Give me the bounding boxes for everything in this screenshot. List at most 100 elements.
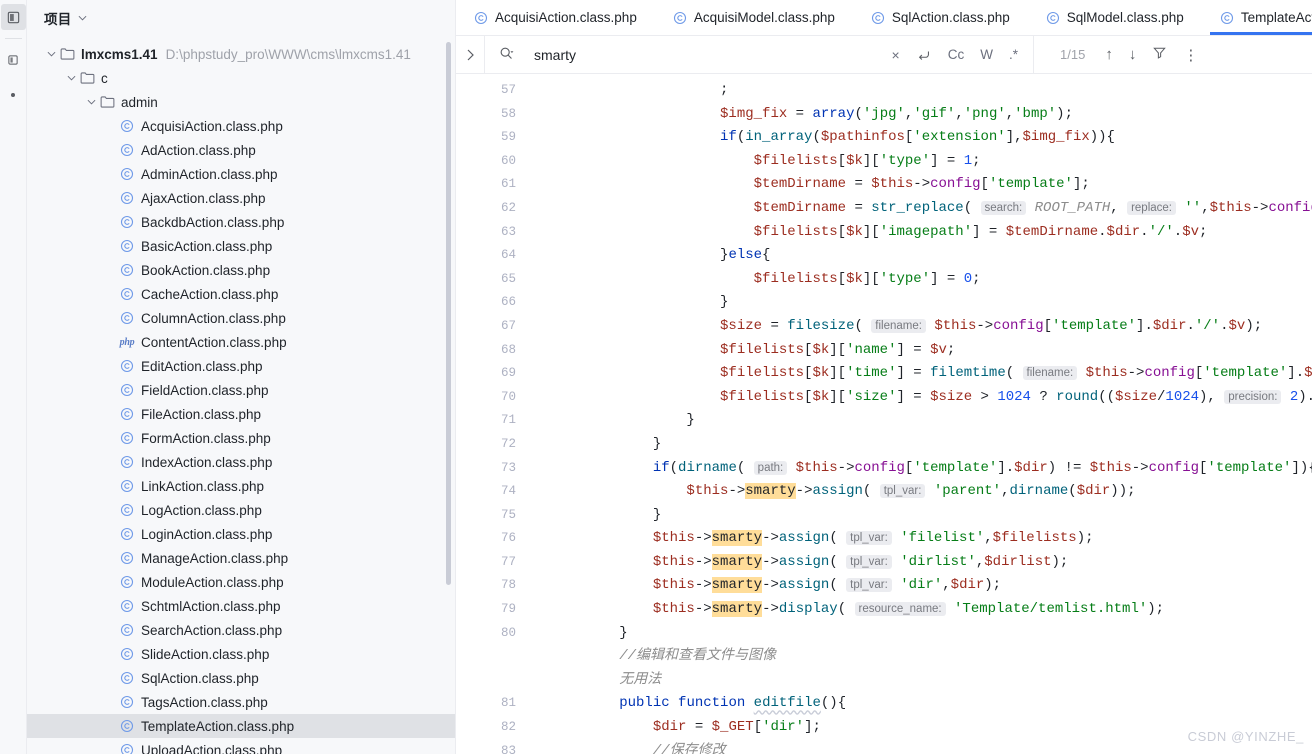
- tree-item-loginaction-class-php[interactable]: LoginAction.class.php: [27, 522, 455, 546]
- php-class-icon: [118, 239, 136, 253]
- tree-expand-arrow-icon[interactable]: [85, 99, 98, 105]
- tree-item-c[interactable]: c: [27, 66, 455, 90]
- tree-item-label: TagsAction.class.php: [141, 694, 268, 710]
- line-number: 57: [500, 83, 516, 97]
- rail-more-dot-icon[interactable]: [11, 93, 15, 97]
- code-viewport[interactable]: 57 58 59 60 61 62 63 64 65 66 67 68 69 70 71 72 73 74 75 76…: [456, 74, 1312, 754]
- editor-tab-templateaction-class-php[interactable]: TemplateAction.class.php: [1202, 0, 1312, 35]
- php-class-icon: [120, 407, 134, 421]
- tree-item-ajaxaction-class-php[interactable]: AjaxAction.class.php: [27, 186, 455, 210]
- tree-item-logaction-class-php[interactable]: LogAction.class.php: [27, 498, 455, 522]
- tree-item-label: AdminAction.class.php: [141, 166, 278, 182]
- tree-item-tagsaction-class-php[interactable]: TagsAction.class.php: [27, 690, 455, 714]
- php-class-icon: [1046, 11, 1060, 25]
- editor-tab-acquisimodel-class-php[interactable]: AcquisiModel.class.php: [655, 0, 853, 35]
- tree-item-lmxcms1-41[interactable]: lmxcms1.41 D:\phpstudy_pro\WWW\cms\lmxcms…: [27, 42, 455, 66]
- line-number: 64: [500, 248, 516, 263]
- tree-item-bookaction-class-php[interactable]: BookAction.class.php: [27, 258, 455, 282]
- php-class-icon: [118, 623, 136, 637]
- php-class-icon: [118, 575, 136, 589]
- line-number: 59: [500, 130, 516, 145]
- tree-item-label: AjaxAction.class.php: [141, 190, 266, 206]
- project-panel-title: 项目: [44, 12, 72, 27]
- code-line: $temDirname = str_replace( search: ROOT_…: [753, 199, 1312, 216]
- rail-project-button[interactable]: [0, 4, 26, 30]
- tree-item-admin[interactable]: admin: [27, 90, 455, 114]
- line-number: 79: [500, 602, 516, 617]
- tree-item-sqlaction-class-php[interactable]: SqlAction.class.php: [27, 666, 455, 690]
- tree-item-editaction-class-php[interactable]: EditAction.class.php: [27, 354, 455, 378]
- tree-expand-arrow-icon[interactable]: [65, 75, 78, 81]
- tree-item-uploadaction-class-php[interactable]: UploadAction.class.php: [27, 738, 455, 754]
- filter-icon[interactable]: [1144, 45, 1175, 64]
- fold-gutter[interactable]: [526, 74, 552, 754]
- code-line: $img_fix = array('jpg','gif','png','bmp'…: [720, 105, 1073, 122]
- tree-item-basicaction-class-php[interactable]: BasicAction.class.php: [27, 234, 455, 258]
- tree-item-backdbaction-class-php[interactable]: BackdbAction.class.php: [27, 210, 455, 234]
- find-previous-button[interactable]: ↑: [1097, 46, 1121, 63]
- tree-item-columnaction-class-php[interactable]: ColumnAction.class.php: [27, 306, 455, 330]
- code-line: $size = filesize( filename: $this->confi…: [720, 317, 1263, 334]
- php-class-icon: [871, 11, 884, 24]
- search-input[interactable]: [520, 46, 881, 63]
- php-class-icon: [118, 647, 136, 661]
- line-number: 60: [500, 153, 516, 168]
- tree-item-contentaction-class-php[interactable]: php ContentAction.class.php: [27, 330, 455, 354]
- find-field[interactable]: × Cc W .*: [484, 35, 1034, 74]
- tree-item-fileaction-class-php[interactable]: FileAction.class.php: [27, 402, 455, 426]
- tree-item-templateaction-class-php[interactable]: TemplateAction.class.php: [27, 714, 455, 738]
- rail-structure-button[interactable]: [1, 47, 26, 73]
- chevron-down-icon[interactable]: [78, 14, 87, 23]
- tree-item-moduleaction-class-php[interactable]: ModuleAction.class.php: [27, 570, 455, 594]
- tree-item-fieldaction-class-php[interactable]: FieldAction.class.php: [27, 378, 455, 402]
- whole-words-button[interactable]: W: [975, 47, 998, 62]
- tree-item-manageaction-class-php[interactable]: ManageAction.class.php: [27, 546, 455, 570]
- tree-item-searchaction-class-php[interactable]: SearchAction.class.php: [27, 618, 455, 642]
- code-line: }: [552, 506, 662, 523]
- preserve-case-icon[interactable]: [911, 48, 937, 62]
- tree-item-slideaction-class-php[interactable]: SlideAction.class.php: [27, 642, 455, 666]
- tree-item-cacheaction-class-php[interactable]: CacheAction.class.php: [27, 282, 455, 306]
- php-class-icon: [120, 215, 134, 229]
- tree-item-linkaction-class-php[interactable]: LinkAction.class.php: [27, 474, 455, 498]
- editor-tab-acquisiaction-class-php[interactable]: AcquisiAction.class.php: [456, 0, 655, 35]
- php-class-icon: [118, 551, 136, 565]
- tree-expand-arrow-icon[interactable]: [45, 51, 58, 57]
- editor-tab-sqlmodel-class-php[interactable]: SqlModel.class.php: [1028, 0, 1202, 35]
- expand-find-panel-button[interactable]: [456, 49, 484, 61]
- php-class-icon: [118, 407, 136, 421]
- editor-tab-bar[interactable]: AcquisiAction.class.php AcquisiModel.clas…: [456, 0, 1312, 36]
- tree-item-label: LoginAction.class.php: [141, 526, 273, 542]
- editor-tab-sqlaction-class-php[interactable]: SqlAction.class.php: [853, 0, 1028, 35]
- php-class-icon: [673, 11, 687, 25]
- code-content[interactable]: ; $img_fix = array('jpg','gif','png','bm…: [552, 74, 1312, 754]
- project-tree[interactable]: lmxcms1.41 D:\phpstudy_pro\WWW\cms\lmxcms…: [27, 36, 455, 754]
- line-number: 68: [500, 342, 516, 357]
- search-match-highlight: smarty: [711, 553, 763, 570]
- search-icon[interactable]: [499, 46, 514, 64]
- php-class-icon: [118, 503, 136, 517]
- code-line: $temDirname = $this->config['template'];: [753, 176, 1090, 193]
- tree-item-adaction-class-php[interactable]: AdAction.class.php: [27, 138, 455, 162]
- clear-search-button[interactable]: ×: [887, 47, 905, 63]
- match-case-button[interactable]: Cc: [943, 47, 970, 62]
- php-class-icon: [118, 527, 136, 541]
- code-line: if(dirname( path: $this->config['templat…: [652, 459, 1312, 476]
- php-class-icon: [118, 599, 136, 613]
- project-panel-scrollbar[interactable]: [446, 42, 451, 585]
- tree-item-schtmlaction-class-php[interactable]: SchtmlAction.class.php: [27, 594, 455, 618]
- regex-button[interactable]: .*: [1004, 47, 1023, 62]
- find-next-button[interactable]: ↓: [1121, 46, 1145, 63]
- tree-item-acquisiaction-class-php[interactable]: AcquisiAction.class.php: [27, 114, 455, 138]
- find-options-button[interactable]: ⋮: [1175, 46, 1206, 64]
- code-line: $filelists[$k]['size'] = $size > 1024 ? …: [720, 388, 1312, 405]
- line-number: 83: [500, 743, 516, 754]
- tree-item-indexaction-class-php[interactable]: IndexAction.class.php: [27, 450, 455, 474]
- tree-item-label: admin: [121, 94, 158, 110]
- tree-item-label: SqlAction.class.php: [141, 670, 259, 686]
- tree-item-adminaction-class-php[interactable]: AdminAction.class.php: [27, 162, 455, 186]
- rail-divider: [4, 38, 22, 39]
- tree-item-formaction-class-php[interactable]: FormAction.class.php: [27, 426, 455, 450]
- code-line: }: [552, 294, 729, 311]
- line-number: 62: [500, 200, 516, 215]
